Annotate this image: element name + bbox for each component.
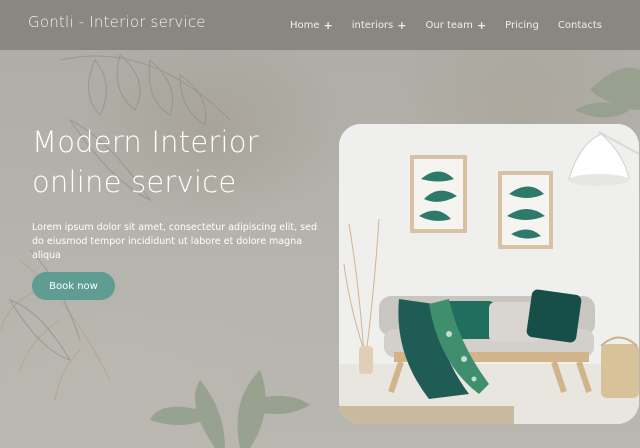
nav-item-label: Contacts xyxy=(557,19,602,31)
hero-title-line-1: Modern Interior xyxy=(32,125,259,159)
nav-item-pricing[interactable]: Pricing xyxy=(505,20,539,31)
nav-item-label: Home xyxy=(289,19,320,31)
hero-description: Lorem ipsum dolor sit amet, consectetur … xyxy=(32,222,317,261)
nav-item-contacts[interactable]: Contacts xyxy=(558,20,602,31)
living-room-photo xyxy=(339,124,639,424)
nav-item-label: interiors xyxy=(351,19,394,31)
site-header: Gontli - Interior service Home + interio… xyxy=(0,0,640,50)
plus-icon: + xyxy=(323,18,333,32)
nav-item-home[interactable]: Home + xyxy=(290,20,333,31)
book-now-button[interactable]: Book now xyxy=(32,272,115,300)
nav-item-label: Our team xyxy=(425,19,473,31)
hero-title: Modern Interior online service xyxy=(32,122,332,202)
nav-item-label: Pricing xyxy=(505,19,539,31)
plus-icon: + xyxy=(476,18,487,32)
nav-item-our-team[interactable]: Our team + xyxy=(425,20,486,31)
nav-item-interiors[interactable]: interiors + xyxy=(352,20,407,31)
brand-logo[interactable]: Gontli - Interior service xyxy=(28,13,206,31)
hero-title-line-2: online service xyxy=(32,165,237,199)
plus-icon: + xyxy=(397,18,407,32)
main-nav: Home + interiors + Our team + Pricing Co… xyxy=(290,20,602,31)
